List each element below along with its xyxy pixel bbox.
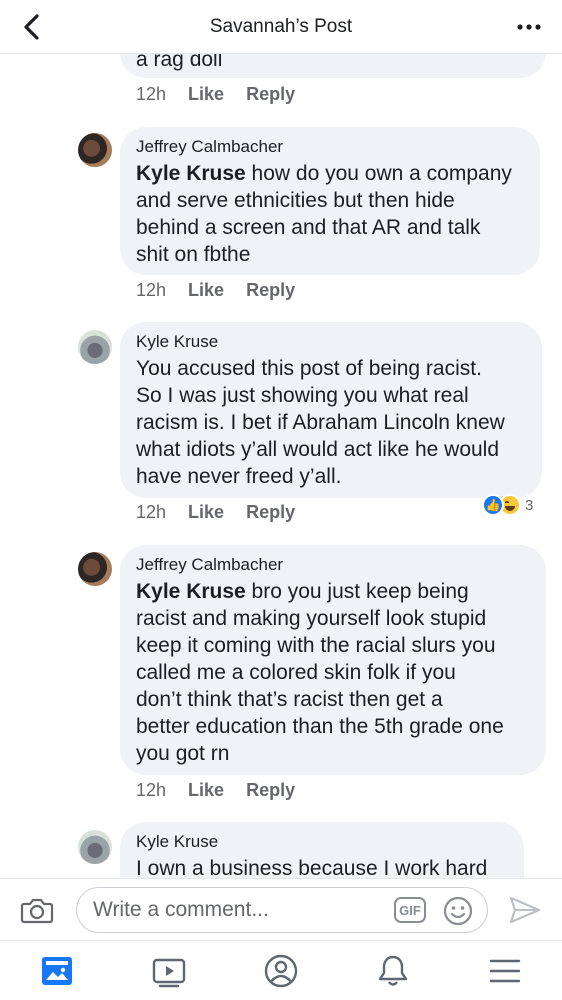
like-button[interactable]: Like [188,84,224,105]
comment-feed[interactable]: a rag doll 12h Like Reply Jeffrey Calmba… [0,0,562,878]
comment-author[interactable]: Kyle Kruse [136,832,508,852]
avatar[interactable] [78,552,112,586]
mention-link[interactable]: Kyle Kruse [136,580,246,603]
menu-icon[interactable] [487,953,523,989]
comment-time: 12h [136,84,167,104]
bottom-nav [0,940,562,1000]
comment-time: 12h [136,780,167,800]
comment-author[interactable]: Kyle Kruse [136,332,526,352]
comment-time: 12h [136,502,167,522]
comment-author[interactable]: Jeffrey Calmbacher [136,555,530,575]
reaction-count: 3 [525,496,534,514]
reply-button[interactable]: Reply [246,84,295,105]
comment-input[interactable] [76,887,488,933]
like-button[interactable]: Like [188,780,224,801]
like-button[interactable]: Like [188,280,224,301]
page-title: Savannah’s Post [209,15,353,37]
comment-time: 12h [136,280,167,300]
comment-text: Kyle Kruse bro you just keep being racis… [136,578,530,767]
emoji-icon[interactable] [442,895,474,927]
comment-meta: 12h Like Reply [136,780,295,801]
profile-icon[interactable] [263,953,299,989]
camera-icon[interactable] [20,895,54,925]
like-button[interactable]: Like [188,502,224,523]
avatar[interactable] [78,330,112,364]
avatar[interactable] [78,133,112,167]
reply-button[interactable]: Reply [246,502,295,523]
comment-text: You accused this post of being racist. S… [136,357,505,488]
send-icon[interactable] [508,894,542,926]
top-bar: Savannah’s Post [0,0,562,54]
like-reaction-icon: 👍 [482,494,504,516]
comment-text: I own a business because I work hard [136,857,488,878]
comment-author[interactable]: Jeffrey Calmbacher [136,137,524,157]
comment-meta: 12h Like Reply [136,280,295,301]
reply-button[interactable]: Reply [246,280,295,301]
comment-body: bro you just keep being racist and makin… [136,580,504,765]
comment-composer: GIF [0,878,562,940]
comment-bubble: Jeffrey Calmbacher Kyle Kruse how do you… [120,127,540,275]
comment-bubble: Jeffrey Calmbacher Kyle Kruse bro you ju… [120,545,546,775]
mention-link[interactable]: Kyle Kruse [136,162,246,185]
comment-meta: 12h Like Reply [136,502,295,523]
reaction-summary[interactable]: 👍 3 [482,494,533,516]
notifications-icon[interactable] [375,953,411,989]
gif-button[interactable]: GIF [394,897,426,923]
comment-bubble: Kyle Kruse You accused this post of bein… [120,322,542,498]
reply-button[interactable]: Reply [246,780,295,801]
comment-bubble: Kyle Kruse I own a business because I wo… [120,822,524,878]
comment-meta: 12h Like Reply [136,84,295,105]
avatar[interactable] [78,830,112,864]
app: a rag doll 12h Like Reply Jeffrey Calmba… [0,0,562,1000]
watch-icon[interactable] [151,953,187,989]
chevron-left-icon[interactable] [18,12,46,42]
news-feed-icon[interactable] [39,953,75,989]
comment-text: Kyle Kruse how do you own a company and … [136,160,524,268]
more-dots-icon[interactable] [514,14,544,40]
